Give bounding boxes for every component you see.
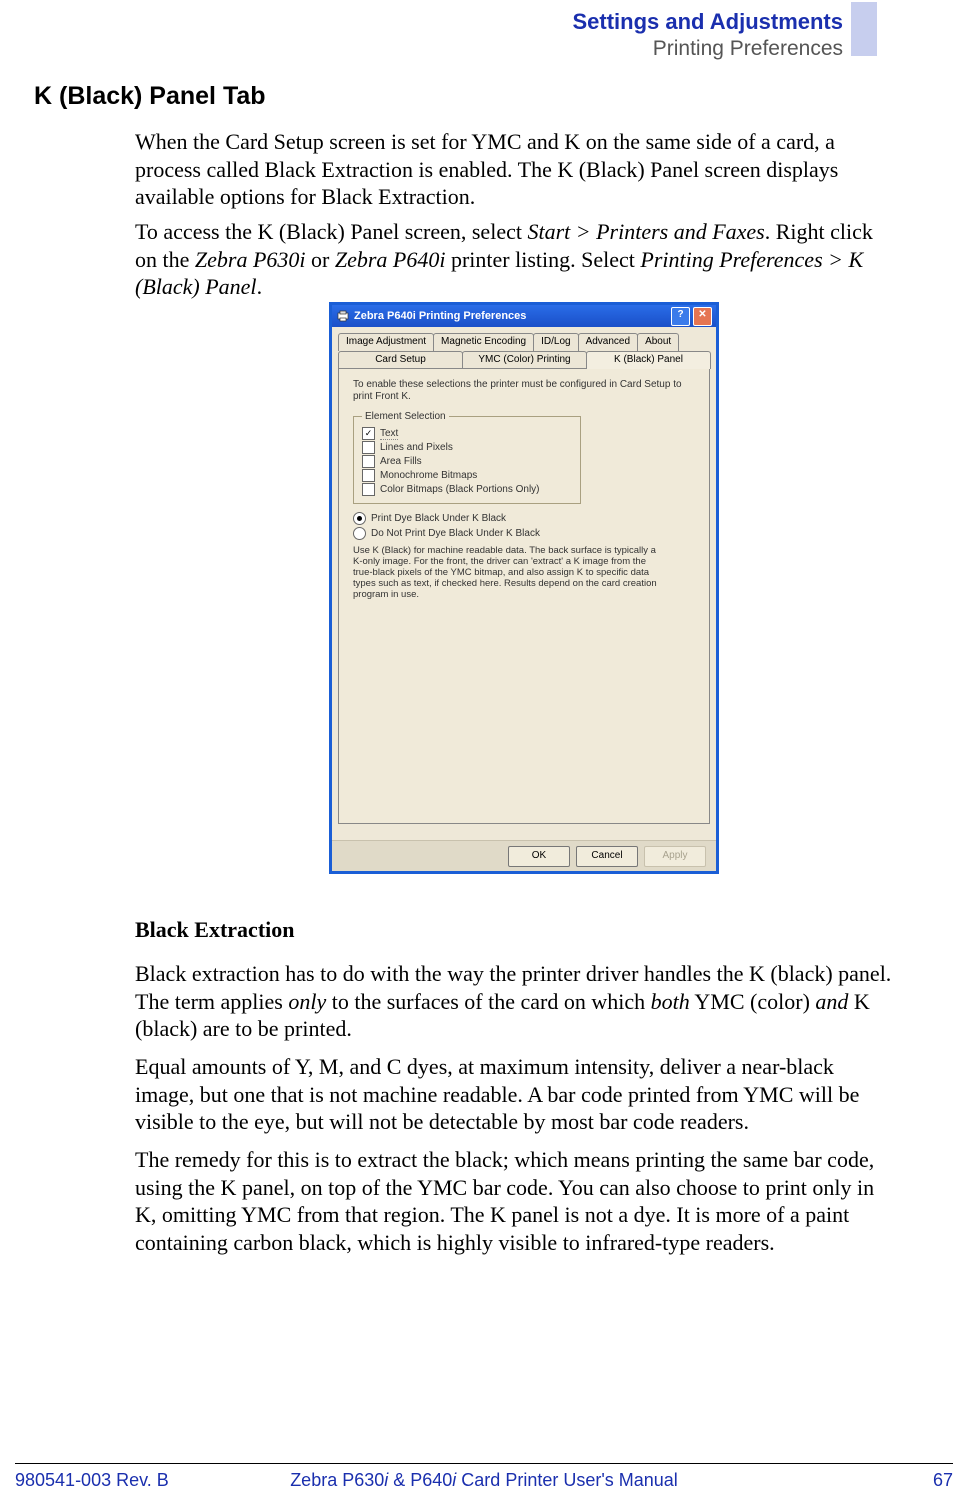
black-extraction-heading: Black Extraction bbox=[135, 916, 895, 944]
p1-b: only bbox=[288, 989, 326, 1014]
footer-c-a: Zebra P630 bbox=[290, 1470, 384, 1490]
tab-id-log[interactable]: ID/Log bbox=[533, 333, 578, 351]
footer-c-e: Card Printer User's Manual bbox=[456, 1470, 678, 1490]
black-extraction-p3: The remedy for this is to extract the bl… bbox=[135, 1146, 895, 1256]
checkbox-lines-row[interactable]: Lines and Pixels bbox=[362, 441, 572, 454]
panel-help-text: Use K (Black) for machine readable data.… bbox=[353, 546, 658, 601]
checkbox-color-bitmaps-row[interactable]: Color Bitmaps (Black Portions Only) bbox=[362, 483, 572, 496]
checkbox-text-row[interactable]: Text bbox=[362, 427, 572, 440]
intro-paragraph-2: To access the K (Black) Panel screen, se… bbox=[135, 218, 895, 301]
checkbox-area-fills-label: Area Fills bbox=[380, 456, 422, 467]
intro-p2-a: To access the K (Black) Panel screen, se… bbox=[135, 219, 527, 244]
footer-c-c: & P640 bbox=[388, 1470, 452, 1490]
p1-e: YMC (color) bbox=[690, 989, 816, 1014]
radio-no-dye-label: Do Not Print Dye Black Under K Black bbox=[371, 528, 540, 539]
dialog-title: Zebra P640i Printing Preferences bbox=[354, 310, 526, 322]
intro-p2-b: Start > Printers and Faxes bbox=[527, 219, 764, 244]
element-selection-group: Element Selection Text Lines and Pixels … bbox=[353, 411, 581, 504]
p1-c: to the surfaces of the card on which bbox=[326, 989, 650, 1014]
checkbox-mono-bitmaps-label: Monochrome Bitmaps bbox=[380, 470, 477, 481]
tab-row-1: Image Adjustment Magnetic Encoding ID/Lo… bbox=[338, 333, 710, 351]
footer-page-number: 67 bbox=[933, 1470, 953, 1491]
intro-p2-d: Zebra P630i bbox=[195, 247, 306, 272]
tab-image-adjustment[interactable]: Image Adjustment bbox=[338, 333, 434, 351]
black-extraction-p2: Equal amounts of Y, M, and C dyes, at ma… bbox=[135, 1053, 895, 1136]
tab-advanced[interactable]: Advanced bbox=[578, 333, 638, 351]
help-button[interactable]: ? bbox=[671, 307, 690, 326]
checkbox-area-fills-row[interactable]: Area Fills bbox=[362, 455, 572, 468]
panel-instruction: To enable these selections the printer m… bbox=[353, 379, 699, 403]
checkbox-mono-bitmaps[interactable] bbox=[362, 469, 375, 482]
intro-p2-i: . bbox=[257, 274, 263, 299]
radio-no-dye[interactable] bbox=[353, 527, 366, 540]
page-footer: 980541-003 Rev. B Zebra P630i & P640i Ca… bbox=[15, 1463, 953, 1491]
cancel-button[interactable]: Cancel bbox=[576, 846, 638, 867]
radio-print-dye-label: Print Dye Black Under K Black bbox=[371, 513, 506, 524]
dialog-button-bar: OK Cancel Apply bbox=[332, 840, 716, 871]
tab-k-black-panel[interactable]: K (Black) Panel bbox=[586, 351, 711, 369]
header-subtitle: Printing Preferences bbox=[572, 36, 843, 62]
section-title: K (Black) Panel Tab bbox=[34, 82, 266, 111]
intro-p2-e: or bbox=[306, 247, 335, 272]
p1-f: and bbox=[815, 989, 848, 1014]
tab-card-setup[interactable]: Card Setup bbox=[338, 351, 463, 369]
header-title: Settings and Adjustments bbox=[572, 8, 843, 36]
tab-magnetic-encoding[interactable]: Magnetic Encoding bbox=[433, 333, 534, 351]
checkbox-area-fills[interactable] bbox=[362, 455, 375, 468]
printer-icon bbox=[336, 309, 350, 323]
element-selection-legend: Element Selection bbox=[362, 411, 449, 422]
ok-button[interactable]: OK bbox=[508, 846, 570, 867]
checkbox-lines-label: Lines and Pixels bbox=[380, 442, 453, 453]
checkbox-lines[interactable] bbox=[362, 441, 375, 454]
checkbox-mono-bitmaps-row[interactable]: Monochrome Bitmaps bbox=[362, 469, 572, 482]
printing-preferences-dialog: Zebra P640i Printing Preferences ? ✕ Ima… bbox=[329, 302, 719, 874]
page-header: Settings and Adjustments Printing Prefer… bbox=[572, 8, 843, 62]
apply-button: Apply bbox=[644, 846, 706, 867]
radio-print-dye[interactable] bbox=[353, 512, 366, 525]
intro-paragraph-1: When the Card Setup screen is set for YM… bbox=[135, 128, 895, 211]
intro-p2-g: printer listing. Select bbox=[445, 247, 640, 272]
close-button[interactable]: ✕ bbox=[693, 307, 712, 326]
checkbox-color-bitmaps-label: Color Bitmaps (Black Portions Only) bbox=[380, 484, 540, 495]
footer-left: 980541-003 Rev. B bbox=[15, 1470, 169, 1491]
tab-about[interactable]: About bbox=[637, 333, 679, 351]
tab-ymc-color-printing[interactable]: YMC (Color) Printing bbox=[462, 351, 587, 369]
checkbox-color-bitmaps[interactable] bbox=[362, 483, 375, 496]
tabs-container: Image Adjustment Magnetic Encoding ID/Lo… bbox=[332, 327, 716, 824]
black-extraction-p1: Black extraction has to do with the way … bbox=[135, 960, 895, 1043]
header-accent-box bbox=[851, 2, 877, 56]
tab-row-2: Card Setup YMC (Color) Printing K (Black… bbox=[338, 351, 710, 369]
k-black-panel-content: To enable these selections the printer m… bbox=[338, 368, 710, 824]
checkbox-text-label: Text bbox=[380, 428, 398, 440]
radio-print-dye-row[interactable]: Print Dye Black Under K Black bbox=[353, 512, 699, 525]
checkbox-text[interactable] bbox=[362, 427, 375, 440]
dialog-titlebar[interactable]: Zebra P640i Printing Preferences ? ✕ bbox=[332, 305, 716, 327]
radio-no-dye-row[interactable]: Do Not Print Dye Black Under K Black bbox=[353, 527, 699, 540]
intro-p2-f: Zebra P640i bbox=[335, 247, 446, 272]
p1-d: both bbox=[651, 989, 690, 1014]
